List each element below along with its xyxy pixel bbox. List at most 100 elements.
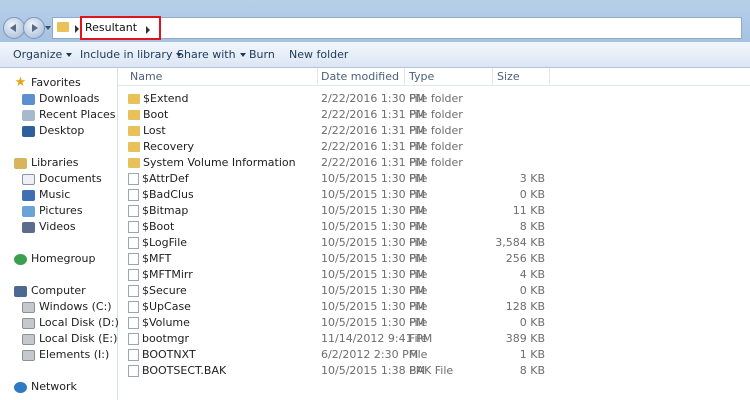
file-icon [128, 317, 139, 329]
folder-icon [128, 158, 140, 168]
file-icon [128, 269, 139, 281]
size-cell: 4 KB [519, 268, 545, 281]
file-icon [128, 237, 139, 249]
column-header-size[interactable]: Size [493, 68, 550, 85]
type-cell: BAK File [409, 364, 454, 377]
size-cell: 128 KB [505, 300, 545, 313]
file-row[interactable]: BOOTNXT 6/2/2012 2:30 PM File 1 KB [118, 347, 750, 363]
file-row[interactable]: $Secure 10/5/2015 1:30 PM File 0 KB [118, 283, 750, 299]
file-row[interactable]: $UpCase 10/5/2015 1:30 PM File 128 KB [118, 299, 750, 315]
file-icon [128, 349, 139, 361]
column-header-type[interactable]: Type [405, 68, 493, 85]
nav-item-downloads[interactable]: Downloads [22, 91, 99, 107]
navigation-pane: ★ Favorites Downloads Recent Places Deskt… [0, 68, 119, 400]
file-name: $Volume [142, 316, 190, 329]
file-row[interactable]: BOOTSECT.BAK 10/5/2015 1:38 PM BAK File … [118, 363, 750, 379]
type-cell: File folder [409, 124, 463, 137]
address-field[interactable]: Resultant data [52, 16, 742, 54]
file-name-cell: System Volume Information [128, 155, 296, 171]
nav-item-pictures[interactable]: Pictures [22, 203, 83, 219]
nav-item-documents[interactable]: Documents [22, 171, 102, 187]
file-name-cell: $UpCase [128, 299, 191, 315]
folder-icon [128, 142, 140, 152]
date-modified-cell: 6/2/2012 2:30 PM [321, 348, 419, 361]
file-name-cell: bootmgr [128, 331, 189, 347]
file-row[interactable]: bootmgr 11/14/2012 9:41 PM File 389 KB [118, 331, 750, 347]
nav-item-label: Homegroup [31, 252, 96, 265]
nav-item-windows-c[interactable]: Windows (C:) [22, 299, 112, 315]
file-icon [128, 301, 139, 313]
nav-item-local-disk-d[interactable]: Local Disk (D:) [22, 315, 119, 331]
nav-item-label: Videos [39, 220, 76, 233]
nav-item-elements-i[interactable]: Elements (I:) [22, 347, 109, 363]
column-header-label: Type [409, 70, 435, 83]
command-toolbar: Organize Include in library Share with B… [0, 42, 750, 68]
burn-button[interactable]: Burn [249, 42, 275, 67]
file-row[interactable]: $AttrDef 10/5/2015 1:30 PM File 3 KB [118, 171, 750, 187]
file-row[interactable]: $BadClus 10/5/2015 1:30 PM File 0 KB [118, 187, 750, 203]
type-cell: File [409, 220, 428, 233]
file-row[interactable]: $Bitmap 10/5/2015 1:30 PM File 11 KB [118, 203, 750, 219]
file-name: $UpCase [142, 300, 191, 313]
nav-item-network[interactable]: Network [14, 379, 77, 395]
nav-item-desktop[interactable]: Desktop [22, 123, 84, 139]
include-in-library-button[interactable]: Include in library [80, 42, 183, 67]
homegroup-icon [14, 253, 27, 265]
new-folder-button[interactable]: New folder [289, 42, 348, 67]
folder-icon [128, 126, 140, 136]
forward-button[interactable] [23, 17, 45, 39]
nav-item-label: Elements (I:) [39, 348, 110, 361]
nav-item-local-disk-e[interactable]: Local Disk (E:) [22, 331, 117, 347]
type-cell: File [409, 188, 428, 201]
chevron-right-icon[interactable] [75, 25, 79, 33]
network-icon [14, 381, 27, 393]
file-name-cell: BOOTSECT.BAK [128, 363, 226, 379]
type-cell: File [409, 252, 428, 265]
computer-icon [14, 285, 27, 297]
file-row[interactable]: Lost 2/22/2016 1:31 PM File folder [118, 123, 750, 139]
file-row[interactable]: $Extend 2/22/2016 1:30 PM File folder [118, 91, 750, 107]
nav-item-label: Pictures [39, 204, 83, 217]
nav-item-homegroup[interactable]: Homegroup [14, 251, 95, 267]
file-row[interactable]: $MFT 10/5/2015 1:30 PM File 256 KB [118, 251, 750, 267]
back-button[interactable] [3, 17, 25, 39]
videos-icon [22, 221, 35, 233]
nav-item-label: Desktop [39, 124, 85, 137]
file-name-cell: $Bitmap [128, 203, 188, 219]
size-cell: 3 KB [519, 172, 545, 185]
file-row[interactable]: Recovery 2/22/2016 1:31 PM File folder [118, 139, 750, 155]
file-list: Name Date modified Type Size $Extend 2/2… [118, 68, 750, 400]
nav-item-label: Documents [39, 172, 102, 185]
file-row[interactable]: $MFTMirr 10/5/2015 1:30 PM File 4 KB [118, 267, 750, 283]
file-row[interactable]: $LogFile 10/5/2015 1:30 PM File 3,584 KB [118, 235, 750, 251]
organize-button[interactable]: Organize [13, 42, 73, 67]
size-cell: 3,584 KB [495, 236, 545, 249]
nav-item-libraries[interactable]: Libraries [14, 155, 79, 171]
file-row[interactable]: System Volume Information 2/22/2016 1:31… [118, 155, 750, 171]
share-with-button[interactable]: Share with [177, 42, 246, 67]
file-row[interactable]: $Boot 10/5/2015 1:30 PM File 8 KB [118, 219, 750, 235]
type-cell: File [409, 268, 428, 281]
type-cell: File [409, 348, 428, 361]
chevron-right-icon[interactable] [146, 26, 150, 34]
type-cell: File [409, 284, 428, 297]
file-name: Boot [143, 108, 169, 121]
nav-item-computer[interactable]: Computer [14, 283, 86, 299]
file-row[interactable]: $Volume 10/5/2015 1:30 PM File 0 KB [118, 315, 750, 331]
column-header-name[interactable]: Name [126, 68, 318, 85]
nav-item-recent-places[interactable]: Recent Places [22, 107, 116, 123]
size-cell: 0 KB [519, 316, 545, 329]
file-name: bootmgr [142, 332, 189, 345]
size-cell: 8 KB [519, 220, 545, 233]
share-with-label: Share with [177, 48, 236, 61]
nav-item-favorites[interactable]: ★ Favorites [14, 75, 81, 91]
type-cell: File folder [409, 108, 463, 121]
file-row[interactable]: Boot 2/22/2016 1:31 PM File folder [118, 107, 750, 123]
nav-item-videos[interactable]: Videos [22, 219, 76, 235]
recent-pages-dropdown-icon[interactable] [45, 26, 51, 30]
nav-item-label: Music [39, 188, 71, 201]
column-header-date-modified[interactable]: Date modified [317, 68, 405, 85]
file-name: $MFTMirr [142, 268, 193, 281]
type-cell: File folder [409, 140, 463, 153]
nav-item-music[interactable]: Music [22, 187, 70, 203]
